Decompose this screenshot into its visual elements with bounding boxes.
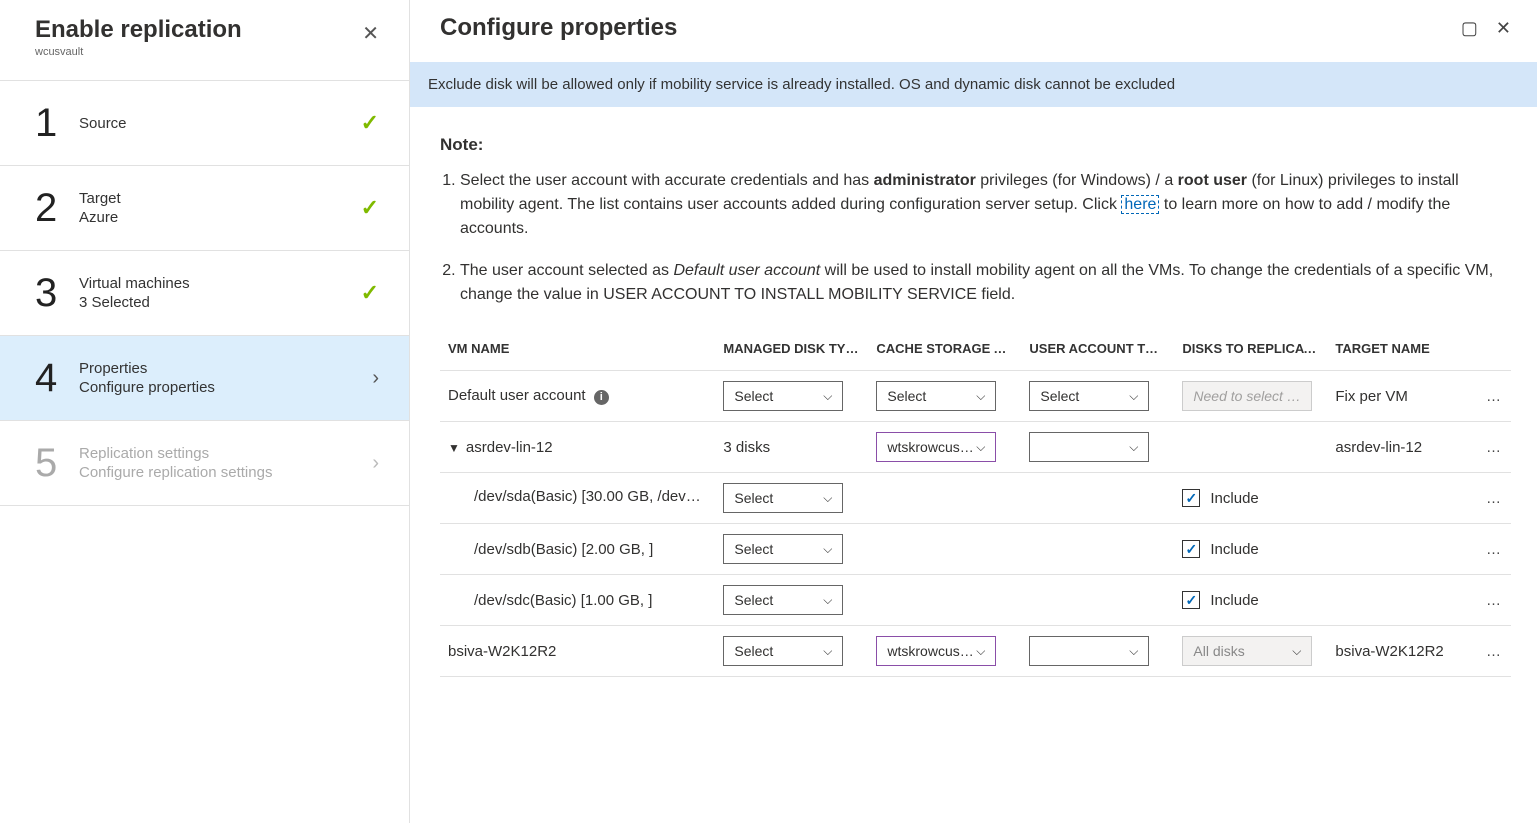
more-actions-icon[interactable]: …	[1470, 524, 1511, 575]
managed-disk-value: 3 disks	[715, 422, 868, 473]
target-name-value: asrdev-lin-12	[1327, 422, 1470, 473]
main-panel: Configure properties ▢ ✕ Exclude disk wi…	[410, 0, 1537, 823]
cache-storage-select[interactable]: wtskrowcus…⌵	[876, 432, 996, 462]
note-item-1: Select the user account with accurate cr…	[460, 169, 1511, 241]
user-account-select[interactable]: ⌵	[1029, 432, 1149, 462]
chevron-right-icon: ›	[372, 367, 379, 390]
disk-name: /dev/sdc(Basic) [1.00 GB, ]	[440, 575, 715, 626]
maximize-icon[interactable]: ▢	[1461, 18, 1478, 39]
chevron-down-icon: ⌵	[823, 491, 832, 506]
step-replication-settings[interactable]: 5 Replication settings Configure replica…	[0, 421, 409, 506]
expand-toggle-icon[interactable]: ▼	[448, 441, 460, 455]
chevron-down-icon: ⌵	[823, 542, 832, 557]
chevron-down-icon: ⌵	[976, 644, 985, 659]
info-icon[interactable]: i	[594, 390, 609, 405]
step-number: 4	[35, 358, 79, 398]
disks-replicate-select[interactable]: All disks⌵	[1182, 636, 1312, 666]
chevron-down-icon: ⌵	[1129, 440, 1138, 455]
step-title: Target	[79, 190, 361, 207]
check-icon: ✓	[361, 195, 379, 221]
chevron-down-icon: ⌵	[976, 389, 985, 404]
sidebar-subtitle: wcusvault	[35, 46, 242, 58]
chevron-down-icon: ⌵	[976, 440, 985, 455]
more-actions-icon[interactable]: …	[1470, 626, 1511, 677]
disk-name: /dev/sda(Basic) [30.00 GB, /dev…	[474, 488, 701, 505]
learn-more-link[interactable]: here	[1121, 195, 1159, 214]
sidebar-title: Enable replication	[35, 16, 242, 44]
chevron-right-icon: ›	[372, 452, 379, 475]
step-subtitle: 3 Selected	[79, 294, 361, 311]
check-icon: ✓	[361, 110, 379, 136]
col-target-name: TARGET NAME	[1327, 331, 1470, 371]
step-properties[interactable]: 4 Properties Configure properties ›	[0, 336, 409, 421]
disks-replicate-select: Need to select …	[1182, 381, 1312, 411]
chevron-down-icon: ⌵	[1292, 644, 1301, 659]
cache-storage-select[interactable]: wtskrowcus…⌵	[876, 636, 996, 666]
note-heading: Note:	[440, 135, 1511, 155]
target-name-value: Fix per VM	[1327, 371, 1470, 422]
managed-disk-select[interactable]: Select⌵	[723, 381, 843, 411]
step-title: Source	[79, 115, 361, 132]
row-vm-asrdev-lin-12: ▼ asrdev-lin-12 3 disks wtskrowcus…⌵ ⌵ as…	[440, 422, 1511, 473]
chevron-down-icon: ⌵	[823, 593, 832, 608]
info-banner: Exclude disk will be allowed only if mob…	[410, 62, 1537, 107]
row-disk-sda: /dev/sda(Basic) [30.00 GB, /dev… Select⌵…	[440, 473, 1511, 524]
chevron-down-icon: ⌵	[823, 389, 832, 404]
disk-name: /dev/sdb(Basic) [2.00 GB, ]	[440, 524, 715, 575]
col-vm-name: VM NAME	[440, 331, 715, 371]
col-cache-storage: CACHE STORAGE A…	[868, 331, 1021, 371]
more-actions-icon[interactable]: …	[1470, 473, 1511, 524]
managed-disk-select[interactable]: Select⌵	[723, 483, 843, 513]
row-disk-sdc: /dev/sdc(Basic) [1.00 GB, ] Select⌵ ✓Inc…	[440, 575, 1511, 626]
step-source[interactable]: 1 Source ✓	[0, 80, 409, 166]
chevron-down-icon: ⌵	[1129, 389, 1138, 404]
managed-disk-select[interactable]: Select⌵	[723, 636, 843, 666]
user-account-select[interactable]: Select⌵	[1029, 381, 1149, 411]
vm-name: bsiva-W2K12R2	[440, 626, 715, 677]
more-actions-icon[interactable]: …	[1470, 371, 1511, 422]
cache-storage-select[interactable]: Select⌵	[876, 381, 996, 411]
step-number: 1	[35, 103, 79, 143]
step-title: Virtual machines	[79, 275, 361, 292]
note-item-2: The user account selected as Default use…	[460, 259, 1511, 307]
step-number: 5	[35, 443, 79, 483]
managed-disk-select[interactable]: Select⌵	[723, 585, 843, 615]
step-target[interactable]: 2 Target Azure ✓	[0, 166, 409, 251]
step-title: Replication settings	[79, 445, 372, 462]
include-checkbox[interactable]: ✓Include	[1182, 591, 1258, 609]
chevron-down-icon: ⌵	[823, 644, 832, 659]
include-checkbox[interactable]: ✓Include	[1182, 540, 1258, 558]
close-icon[interactable]: ✕	[1496, 18, 1511, 39]
default-account-label: Default user account	[448, 387, 586, 404]
vm-name: asrdev-lin-12	[466, 439, 553, 456]
step-number: 2	[35, 188, 79, 228]
col-managed-disk: MANAGED DISK TY…	[715, 331, 868, 371]
wizard-sidebar: Enable replication wcusvault ✕ 1 Source …	[0, 0, 410, 823]
step-subtitle: Azure	[79, 209, 361, 226]
step-subtitle: Configure replication settings	[79, 464, 372, 481]
target-name-value: bsiva-W2K12R2	[1327, 626, 1470, 677]
user-account-select[interactable]: ⌵	[1029, 636, 1149, 666]
managed-disk-select[interactable]: Select⌵	[723, 534, 843, 564]
page-title: Configure properties	[440, 14, 1461, 42]
step-number: 3	[35, 273, 79, 313]
close-icon[interactable]: ✕	[362, 21, 379, 46]
col-user-account: USER ACCOUNT TO…	[1021, 331, 1174, 371]
properties-table: VM NAME MANAGED DISK TY… CACHE STORAGE A…	[440, 331, 1511, 677]
step-subtitle: Configure properties	[79, 379, 372, 396]
include-checkbox[interactable]: ✓Include	[1182, 489, 1258, 507]
row-disk-sdb: /dev/sdb(Basic) [2.00 GB, ] Select⌵ ✓Inc…	[440, 524, 1511, 575]
row-vm-bsiva-w2k12r2: bsiva-W2K12R2 Select⌵ wtskrowcus…⌵ ⌵ All…	[440, 626, 1511, 677]
step-virtual-machines[interactable]: 3 Virtual machines 3 Selected ✓	[0, 251, 409, 336]
row-default-user-account: Default user account i Select⌵ Select⌵ S…	[440, 371, 1511, 422]
step-title: Properties	[79, 360, 372, 377]
more-actions-icon[interactable]: …	[1470, 422, 1511, 473]
check-icon: ✓	[361, 280, 379, 306]
col-disks-replicate: DISKS TO REPLICATE	[1174, 331, 1327, 371]
chevron-down-icon: ⌵	[1129, 644, 1138, 659]
more-actions-icon[interactable]: …	[1470, 575, 1511, 626]
